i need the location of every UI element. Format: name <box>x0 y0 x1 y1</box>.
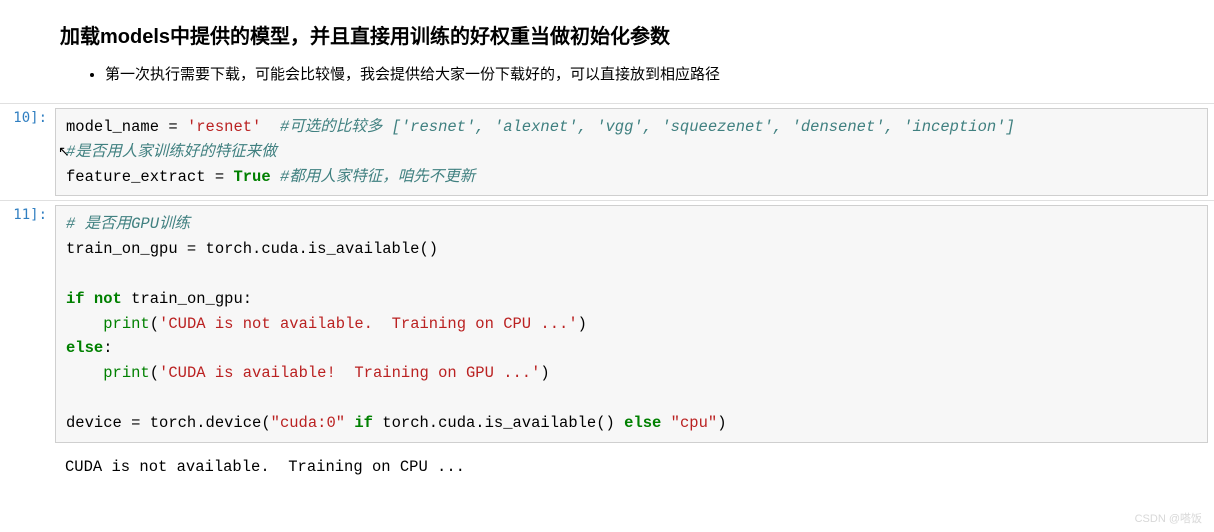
code-output-area: CUDA is not available. Training on CPU .… <box>55 449 1208 486</box>
watermark: CSDN @嗒饭 <box>1135 510 1202 526</box>
bullet-list: 第一次执行需要下载，可能会比较慢，我会提供给大家一份下载好的，可以直接放到相应路… <box>60 61 1154 88</box>
markdown-cell: 加载models中提供的模型，并且直接用训练的好权重当做初始化参数 第一次执行需… <box>0 0 1214 103</box>
output-text: CUDA is not available. Training on CPU .… <box>65 455 1198 480</box>
code-content: # 是否用GPU训练 train_on_gpu = torch.cuda.is_… <box>66 212 1197 435</box>
input-prompt: 10]: <box>0 104 55 200</box>
heading: 加载models中提供的模型，并且直接用训练的好权重当做初始化参数 <box>60 20 1154 49</box>
bullet-item: 第一次执行需要下载，可能会比较慢，我会提供给大家一份下载好的，可以直接放到相应路… <box>105 61 1154 88</box>
input-prompt: 11]: <box>0 201 55 487</box>
code-content: model_name = 'resnet' #可选的比较多 ['resnet',… <box>66 115 1197 189</box>
code-cell-11: 11]: # 是否用GPU训练 train_on_gpu = torch.cud… <box>0 200 1214 487</box>
code-input-area[interactable]: # 是否用GPU训练 train_on_gpu = torch.cuda.is_… <box>55 205 1208 442</box>
code-cell-10: 10]: model_name = 'resnet' #可选的比较多 ['res… <box>0 103 1214 200</box>
code-input-area[interactable]: model_name = 'resnet' #可选的比较多 ['resnet',… <box>55 108 1208 196</box>
